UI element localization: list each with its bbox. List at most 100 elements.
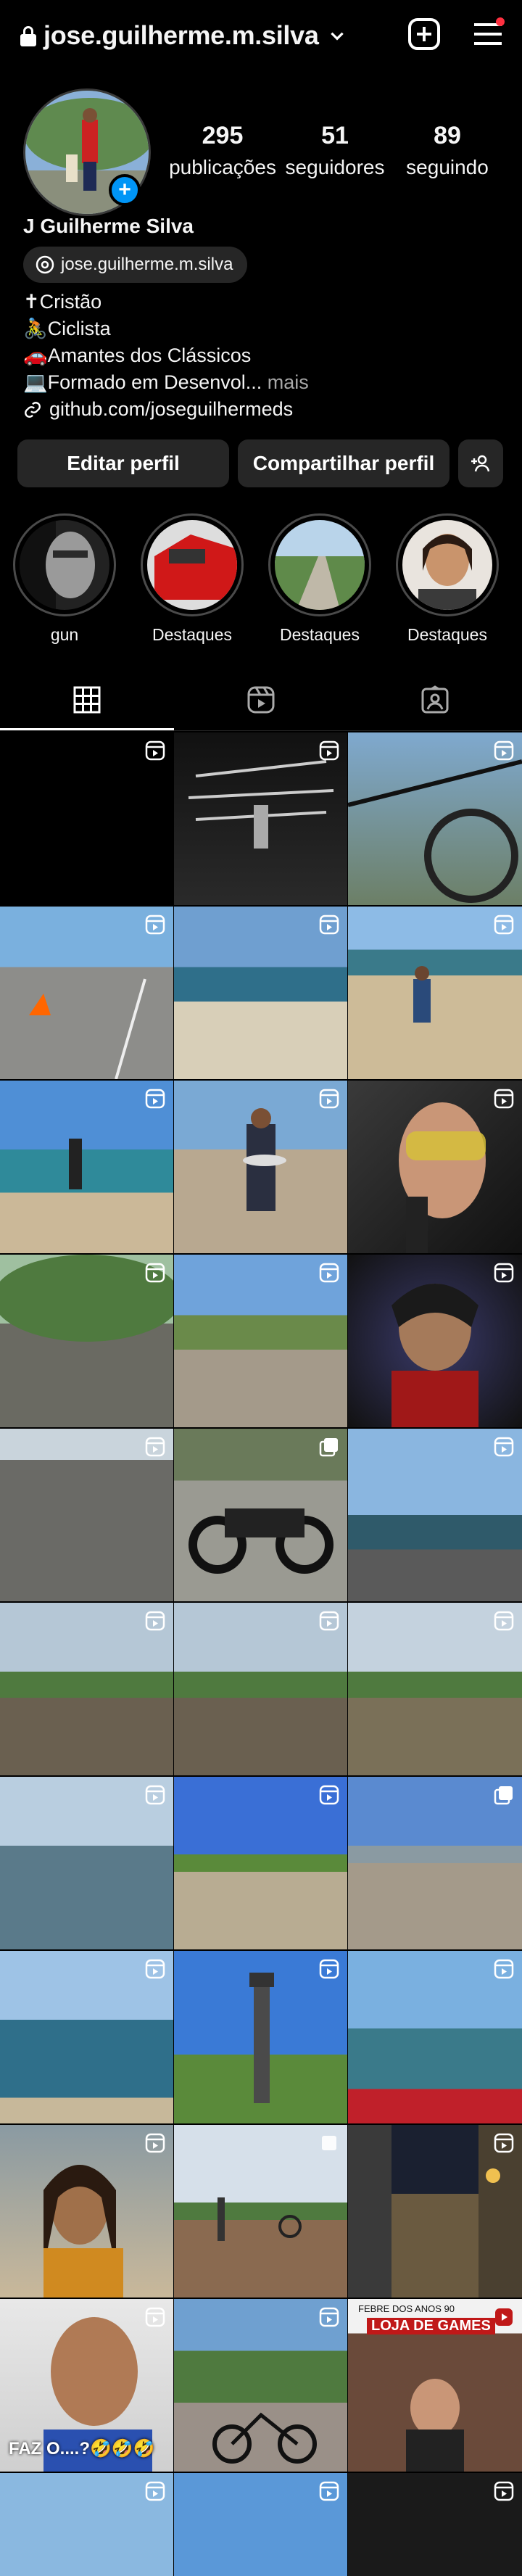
highlight-cover: [20, 520, 109, 610]
grid-post[interactable]: [0, 1603, 173, 1775]
grid-post[interactable]: FEBRE DOS ANOS 90 LOJA DE GAMES: [348, 2299, 522, 2472]
reel-icon: [319, 740, 339, 761]
followers-count[interactable]: 51 seguidores: [281, 122, 389, 179]
profile-stats: 295 publicações 51 seguidores 89 seguind…: [168, 122, 502, 179]
discover-people-button[interactable]: [458, 439, 503, 487]
reel-icon: [145, 1089, 165, 1109]
reel-icon: [145, 915, 165, 935]
tab-tagged[interactable]: [348, 669, 522, 730]
grid-post[interactable]: [348, 1081, 522, 1253]
top-bar: jose.guilherme.m.silva: [0, 0, 522, 71]
reel-icon: [145, 2481, 165, 2501]
add-person-icon: [471, 455, 490, 472]
tagged-icon: [421, 685, 449, 713]
grid-post[interactable]: [0, 2125, 173, 2298]
grid-post[interactable]: [174, 1777, 347, 1949]
grid-post[interactable]: [0, 732, 173, 905]
post-caption-text: LOJA DE GAMES: [367, 2318, 495, 2334]
grid-post[interactable]: [348, 1255, 522, 1427]
posts-count[interactable]: 295 publicações: [168, 122, 277, 179]
reel-icon: [319, 1611, 339, 1631]
threads-handle: jose.guilherme.m.silva: [61, 255, 233, 274]
chevron-down-icon[interactable]: [328, 26, 347, 45]
grid-post[interactable]: [0, 2473, 173, 2576]
grid-post[interactable]: [174, 2473, 347, 2576]
highlight-cover: [147, 520, 237, 610]
reel-icon: [319, 1959, 339, 1979]
reel-icon: [145, 1785, 165, 1805]
reel-icon: [494, 1263, 514, 1283]
reel-icon: [145, 1959, 165, 1979]
grid-post[interactable]: [348, 2125, 522, 2298]
grid-post[interactable]: [0, 907, 173, 1079]
grid-post[interactable]: [0, 1081, 173, 1253]
reel-icon: [494, 915, 514, 935]
tab-reels[interactable]: [174, 669, 348, 730]
reel-icon: [319, 1089, 339, 1109]
link-icon: [25, 401, 41, 418]
reel-icon: [494, 1959, 514, 1979]
grid-post[interactable]: [348, 1951, 522, 2123]
reel-icon: [494, 2133, 514, 2153]
tab-posts-grid[interactable]: [0, 669, 174, 730]
grid-post[interactable]: [0, 1777, 173, 1949]
grid-post[interactable]: [348, 1429, 522, 1601]
post-caption-text: FAZ O....?🤣🤣🤣: [9, 2439, 155, 2459]
image-post-icon: [322, 2136, 336, 2150]
profile-actions: Editar perfil Compartilhar perfil: [17, 439, 503, 487]
threads-badge[interactable]: jose.guilherme.m.silva: [23, 247, 248, 283]
reel-icon: [319, 1785, 339, 1805]
reel-icon: [494, 1089, 514, 1109]
grid-post[interactable]: FAZ O....?🤣🤣🤣: [0, 2299, 173, 2472]
notification-dot: [496, 17, 505, 26]
bio-link[interactable]: github.com/joseguilhermeds: [23, 396, 309, 423]
reel-icon: [319, 2481, 339, 2501]
reel-icon: [494, 1611, 514, 1631]
profile-tabs: [0, 669, 522, 731]
grid-post[interactable]: [174, 732, 347, 905]
grid-post[interactable]: [174, 2125, 347, 2298]
grid-post[interactable]: [348, 1777, 522, 1949]
grid-post[interactable]: [348, 2473, 522, 2576]
following-count[interactable]: 89 seguindo: [393, 122, 502, 179]
profile-name: J Guilherme Silva: [23, 215, 194, 237]
story-highlights: gun Destaques Destaques Destaques: [13, 513, 499, 645]
reel-icon: [145, 1437, 165, 1457]
bio-line: ✝Cristão: [23, 291, 102, 313]
add-post-icon[interactable]: [406, 16, 442, 52]
reel-icon: [319, 2307, 339, 2327]
grid-post[interactable]: [348, 732, 522, 905]
grid-post[interactable]: [0, 1429, 173, 1601]
grid-post[interactable]: [0, 1951, 173, 2123]
account-username[interactable]: jose.guilherme.m.silva: [44, 20, 319, 51]
grid-post[interactable]: [174, 1951, 347, 2123]
grid-post[interactable]: [174, 1255, 347, 1427]
highlight-item[interactable]: gun: [13, 513, 116, 645]
grid-post[interactable]: [348, 1603, 522, 1775]
edit-profile-button[interactable]: Editar perfil: [17, 439, 229, 487]
add-story-button[interactable]: +: [109, 174, 141, 206]
reel-icon: [494, 740, 514, 761]
reels-icon: [247, 686, 275, 713]
reel-icon: [494, 1437, 514, 1457]
bio-line: 🚗Amantes dos Clássicos: [23, 344, 252, 366]
grid-post[interactable]: [348, 907, 522, 1079]
grid-post[interactable]: [174, 907, 347, 1079]
post-caption-text: FEBRE DOS ANOS 90: [358, 2303, 455, 2314]
highlight-item[interactable]: Destaques: [396, 513, 499, 645]
highlight-cover: [402, 520, 492, 610]
threads-icon: [36, 255, 54, 274]
highlight-item[interactable]: Destaques: [141, 513, 244, 645]
share-profile-button[interactable]: Compartilhar perfil: [238, 439, 450, 487]
grid-post[interactable]: [174, 2299, 347, 2472]
lock-icon: [20, 25, 36, 46]
highlight-cover: [275, 520, 365, 610]
menu-button[interactable]: [470, 16, 506, 52]
grid-post[interactable]: [174, 1429, 347, 1601]
reel-icon: [145, 1611, 165, 1631]
grid-post[interactable]: [174, 1081, 347, 1253]
highlight-item[interactable]: Destaques: [268, 513, 371, 645]
grid-post[interactable]: [0, 1255, 173, 1427]
bio-more-link[interactable]: mais: [262, 371, 309, 393]
grid-post[interactable]: [174, 1603, 347, 1775]
